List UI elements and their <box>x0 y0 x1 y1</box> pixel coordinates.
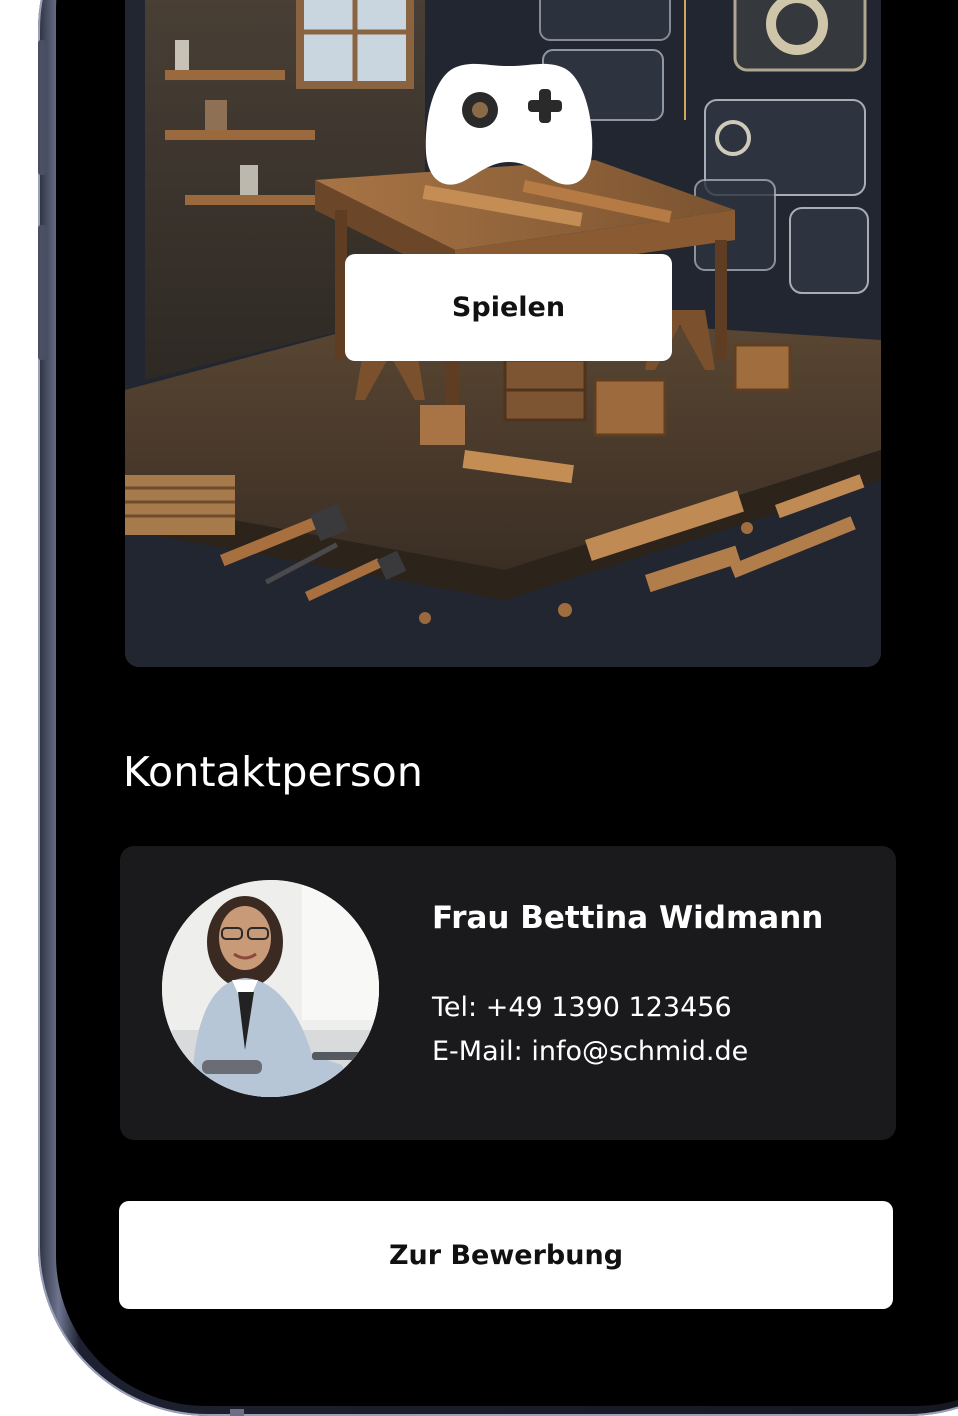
home-indicator <box>230 1409 244 1416</box>
app-screen: Spielen Kontaktperson Frau Bettina Widma… <box>0 0 958 1416</box>
phone-side-button <box>38 225 46 360</box>
contact-phone[interactable]: Tel: +49 1390 123456 <box>432 992 732 1023</box>
avatar-photo <box>162 880 379 1097</box>
contact-card: Frau Bettina Widmann Tel: +49 1390 12345… <box>120 846 896 1140</box>
avatar <box>162 880 379 1097</box>
contact-section-title: Kontaktperson <box>123 748 424 796</box>
contact-email[interactable]: E-Mail: info@schmid.de <box>432 1036 748 1067</box>
phone-side-button <box>38 40 46 175</box>
play-button[interactable]: Spielen <box>345 254 672 361</box>
contact-name: Frau Bettina Widmann <box>432 900 824 936</box>
apply-button[interactable]: Zur Bewerbung <box>119 1201 893 1309</box>
gamepad-icon[interactable] <box>424 58 594 190</box>
